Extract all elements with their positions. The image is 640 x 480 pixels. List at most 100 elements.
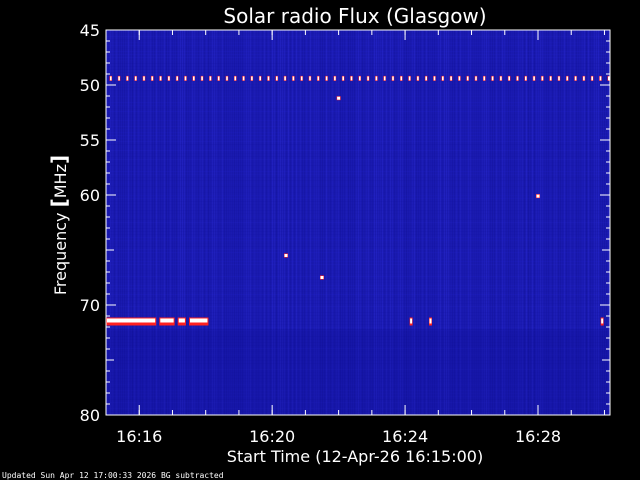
emission-segment [178, 318, 185, 323]
emission-mark [375, 76, 378, 81]
noise-row [106, 138, 610, 139]
emission-segment [107, 318, 156, 323]
noise-row [106, 177, 610, 178]
noise-row [106, 237, 610, 238]
emission-mark [143, 76, 145, 81]
emission-mark [317, 76, 320, 81]
noise-row [106, 294, 610, 295]
emission-mark [475, 76, 477, 81]
noise-row [106, 126, 610, 127]
noise-row [106, 171, 610, 172]
emission-mark [383, 76, 386, 81]
emission-mark [442, 76, 444, 81]
emission-mark [608, 76, 610, 81]
emission-mark [284, 76, 286, 81]
noise-row [106, 258, 610, 259]
emission-dot [429, 318, 432, 324]
plot-area [106, 30, 610, 415]
emission-mark [217, 76, 220, 81]
noise-row [106, 303, 610, 304]
lower-band-shade [106, 329, 610, 415]
emission-mark [309, 76, 311, 81]
noise-row [106, 234, 610, 235]
noise-row [106, 123, 610, 124]
emission-mark [516, 76, 519, 81]
emission-mark [525, 76, 527, 81]
emission-mark [491, 76, 494, 81]
y-tick-label: 60 [80, 186, 100, 205]
noise-row [106, 90, 610, 91]
emission-mark [118, 76, 120, 81]
emission-mark [367, 76, 369, 81]
noise-row [106, 273, 610, 274]
y-tick-label: 80 [80, 406, 100, 425]
noise-row [106, 51, 610, 52]
noise-row [106, 168, 610, 169]
emission-mark [483, 76, 486, 81]
emission-dot [601, 318, 604, 324]
emission-mark [574, 76, 577, 81]
emission-mark [292, 76, 295, 81]
emission-mark [408, 76, 411, 81]
emission-mark [168, 76, 170, 81]
noise-row [106, 252, 610, 253]
noise-row [106, 306, 610, 307]
emission-mark [242, 76, 245, 81]
noise-row [106, 153, 610, 154]
emission-mark [450, 76, 452, 81]
emission-spot [536, 194, 540, 198]
emission-mark [201, 76, 203, 81]
emission-dot [410, 318, 413, 324]
emission-mark [342, 76, 344, 81]
emission-spot [284, 254, 288, 257]
noise-row [106, 198, 610, 199]
noise-row [106, 243, 610, 244]
emission-mark [392, 76, 394, 81]
noise-row [106, 276, 610, 277]
noise-row [106, 291, 610, 292]
noise-row [106, 147, 610, 148]
noise-row [106, 225, 610, 226]
noise-row [106, 66, 610, 67]
noise-row [106, 69, 610, 70]
noise-row [106, 42, 610, 43]
noise-row [106, 195, 610, 196]
emission-mark [417, 76, 419, 81]
noise-row [106, 144, 610, 145]
noise-row [106, 48, 610, 49]
noise-row [106, 114, 610, 115]
spectrogram-chart: Solar radio Flux (Glasgow) Frequency [MH… [0, 0, 640, 480]
x-tick-label: 16:16 [116, 427, 162, 446]
emission-mark [184, 76, 187, 81]
x-tick-label: 16:20 [249, 427, 295, 446]
emission-mark [110, 76, 112, 81]
emission-mark [259, 76, 261, 81]
noise-row [106, 75, 610, 76]
noise-row [106, 210, 610, 211]
noise-row [106, 99, 610, 100]
noise-row [106, 282, 610, 283]
noise-row [106, 129, 610, 130]
noise-row [106, 264, 610, 265]
emission-mark [359, 76, 361, 81]
emission-mark [251, 76, 253, 81]
noise-row [106, 267, 610, 268]
noise-row [106, 315, 610, 316]
noise-row [106, 60, 610, 61]
emission-mark [508, 76, 510, 81]
noise-row [106, 207, 610, 208]
emission-mark [549, 76, 552, 81]
emission-mark [433, 76, 436, 81]
noise-row [106, 219, 610, 220]
emission-mark [226, 76, 228, 81]
emission-mark [126, 76, 129, 81]
noise-row [106, 186, 610, 187]
noise-row [106, 162, 610, 163]
y-axis-label: Frequency [MHz] [47, 155, 71, 295]
noise-row [106, 102, 610, 103]
emission-mark [176, 76, 178, 81]
noise-row [106, 213, 610, 214]
noise-row [106, 150, 610, 151]
noise-row [106, 240, 610, 241]
noise-row [106, 96, 610, 97]
